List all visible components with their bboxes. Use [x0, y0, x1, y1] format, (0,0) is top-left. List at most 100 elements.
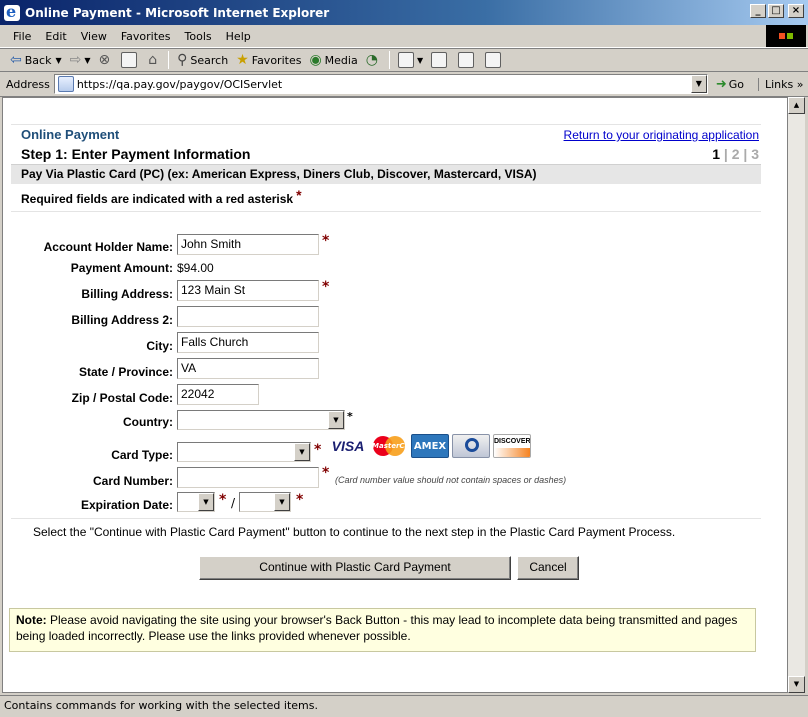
back-button[interactable]: ⇦ Back ▼: [6, 49, 66, 71]
page-icon: [57, 76, 74, 92]
discuss-button[interactable]: [481, 49, 508, 71]
menu-tools[interactable]: Tools: [178, 28, 219, 45]
stop-button[interactable]: ⊗: [95, 49, 118, 71]
edit-button[interactable]: [454, 49, 481, 71]
address-url[interactable]: https://qa.pay.gov/paygov/OCIServlet: [77, 78, 282, 91]
menu-favorites[interactable]: Favorites: [114, 28, 178, 45]
home-button[interactable]: ⌂: [144, 49, 164, 71]
payment-method-bar: Pay Via Plastic Card (PC) (ex: American …: [11, 164, 761, 184]
state-input[interactable]: VA: [177, 358, 319, 379]
payment-amount-label: Payment Amount:: [70, 261, 173, 275]
card-number-input[interactable]: [177, 467, 319, 488]
windows-logo-icon: [766, 25, 806, 47]
edit-icon: [458, 52, 475, 68]
menu-help[interactable]: Help: [219, 28, 258, 45]
search-button[interactable]: ⚲ Search: [173, 49, 232, 71]
required-asterisk: *: [322, 279, 330, 295]
search-label: Search: [190, 53, 229, 67]
note-prefix: Note:: [16, 613, 47, 627]
account-holder-input[interactable]: John Smith: [177, 234, 319, 255]
menu-file[interactable]: File: [6, 28, 38, 45]
refresh-icon: [121, 52, 138, 68]
favorites-label: Favorites: [251, 53, 302, 67]
required-asterisk: *: [219, 492, 227, 508]
card-number-hint: (Card number value should not contain sp…: [335, 475, 567, 485]
expiration-month-select[interactable]: ▼: [177, 492, 215, 512]
required-note-text: Required fields are indicated with a red…: [21, 192, 294, 206]
media-label: Media: [324, 53, 358, 67]
go-arrow-icon: ➜: [715, 76, 727, 92]
expiration-year-select[interactable]: ▼: [239, 492, 291, 512]
required-asterisk: *: [322, 465, 330, 481]
state-label: State / Province:: [78, 365, 173, 379]
go-label: Go: [728, 77, 744, 91]
favorites-button[interactable]: ★ Favorites: [232, 49, 305, 71]
account-holder-label: Account Holder Name:: [43, 240, 173, 254]
step-title: Step 1: Enter Payment Information: [21, 146, 251, 162]
city-input[interactable]: Falls Church: [177, 332, 319, 353]
scroll-up-icon[interactable]: ▲: [788, 97, 805, 114]
navigation-note: Note: Please avoid navigating the site u…: [9, 608, 756, 652]
step-indicator: 1 | 2 | 3: [712, 146, 759, 162]
payment-method-heading: Pay Via Plastic Card (PC) (ex: American …: [21, 167, 537, 181]
print-icon: [431, 52, 448, 68]
ie-logo-icon: [4, 2, 20, 21]
card-number-label: Card Number:: [92, 474, 173, 488]
country-select[interactable]: ▼: [177, 410, 345, 430]
chevron-down-icon[interactable]: ▼: [198, 493, 214, 511]
required-asterisk: *: [347, 410, 353, 423]
stop-icon: ⊗: [98, 52, 111, 68]
card-type-select[interactable]: ▼: [177, 442, 311, 462]
vertical-scrollbar[interactable]: ▲ ▼: [788, 97, 805, 693]
mail-dropdown-icon[interactable]: ▼: [417, 56, 423, 65]
back-dropdown-icon[interactable]: ▼: [55, 56, 61, 65]
country-label: Country:: [123, 415, 173, 429]
continue-button[interactable]: Continue with Plastic Card Payment: [199, 556, 511, 580]
app-title: Online Payment: [21, 127, 120, 142]
step-current: 1: [712, 146, 720, 162]
scroll-down-icon[interactable]: ▼: [788, 676, 805, 693]
close-button[interactable]: ×: [788, 4, 804, 18]
mail-button[interactable]: ▼: [394, 49, 427, 71]
city-label: City:: [146, 339, 173, 353]
search-icon: ⚲: [177, 52, 188, 68]
step-separator: |: [743, 146, 748, 162]
go-button[interactable]: ➜ Go: [716, 77, 744, 92]
refresh-button[interactable]: [117, 49, 144, 71]
note-text: Please avoid navigating the site using y…: [16, 613, 738, 643]
maximize-button[interactable]: □: [768, 4, 784, 18]
chevron-down-icon[interactable]: ▼: [294, 443, 310, 461]
discuss-icon: [485, 52, 502, 68]
window-controls: _ □ ×: [750, 4, 804, 18]
chevron-down-icon[interactable]: ▼: [274, 493, 290, 511]
menu-view[interactable]: View: [74, 28, 114, 45]
address-label: Address: [6, 77, 50, 91]
address-dropdown-icon[interactable]: ▼: [690, 75, 707, 93]
status-bar: Contains commands for working with the s…: [0, 695, 808, 717]
forward-dropdown-icon[interactable]: ▼: [84, 56, 90, 65]
forward-button[interactable]: ⇨ ▼: [66, 49, 95, 71]
divider: [11, 124, 761, 125]
chevron-down-icon[interactable]: ▼: [328, 411, 344, 429]
return-link[interactable]: Return to your originating application: [564, 128, 759, 142]
step-separator: |: [723, 146, 728, 162]
zip-input[interactable]: 22042: [177, 384, 259, 405]
history-icon: ◔: [365, 52, 378, 68]
menu-bar: File Edit View Favorites Tools Help: [0, 25, 808, 48]
address-input[interactable]: https://qa.pay.gov/paygov/OCIServlet ▼: [53, 74, 708, 94]
billing-address2-input[interactable]: [177, 306, 319, 327]
history-button[interactable]: ◔: [362, 49, 385, 71]
card-type-label: Card Type:: [111, 448, 173, 462]
links-chevron-icon: »: [796, 77, 804, 91]
print-button[interactable]: [427, 49, 454, 71]
media-button[interactable]: ◉ Media: [305, 49, 361, 71]
expiration-label: Expiration Date:: [80, 498, 173, 512]
favorites-star-icon: ★: [236, 52, 249, 68]
billing-address-input[interactable]: 123 Main St: [177, 280, 319, 301]
back-label: Back: [24, 53, 52, 67]
cancel-button[interactable]: Cancel: [517, 556, 579, 580]
menu-edit[interactable]: Edit: [38, 28, 73, 45]
links-button[interactable]: Links »: [757, 77, 804, 91]
minimize-button[interactable]: _: [750, 4, 766, 18]
billing-address-label: Billing Address:: [81, 287, 173, 301]
